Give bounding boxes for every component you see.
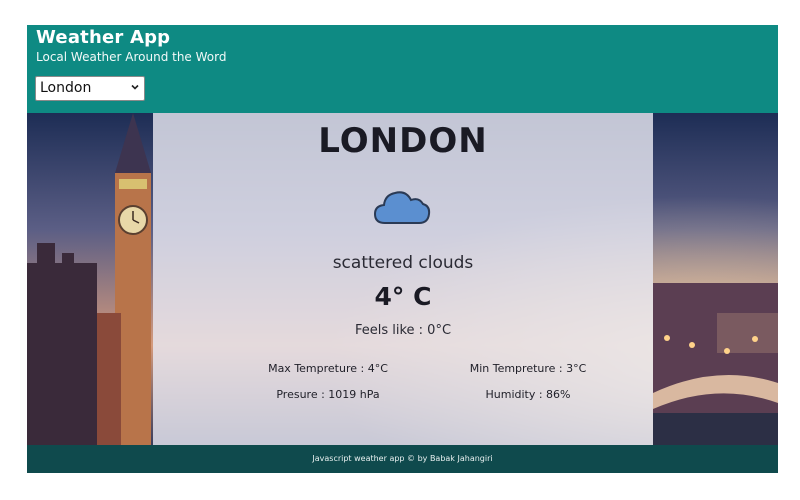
app-header: Weather App Local Weather Around the Wor… (27, 25, 778, 113)
temperature: 4° C (374, 282, 432, 311)
min-temperature: Min Tempreture : 3°C (469, 362, 587, 375)
pressure: Presure : 1019 hPa (276, 388, 380, 401)
cloud-icon (373, 191, 431, 224)
city-background: LONDON scattered clouds 4° C Feels like … (27, 113, 778, 445)
app-title: Weather App (36, 27, 171, 48)
humidity: Humidity : 86% (485, 388, 571, 401)
max-temperature: Max Tempreture : 4°C (268, 362, 388, 375)
weather-app: Weather App Local Weather Around the Wor… (27, 25, 778, 473)
city-select[interactable]: London (35, 76, 145, 101)
app-subtitle: Local Weather Around the Word (36, 50, 227, 64)
weather-panel: LONDON scattered clouds 4° C Feels like … (153, 113, 653, 445)
weather-description: scattered clouds (332, 253, 474, 273)
feels-like: Feels like : 0°C (354, 323, 452, 338)
app-footer: Javascript weather app © by Babak Jahang… (27, 445, 778, 473)
chevron-down-icon (131, 84, 139, 90)
city-select-value: London (40, 80, 92, 96)
city-name: LONDON (318, 121, 488, 161)
